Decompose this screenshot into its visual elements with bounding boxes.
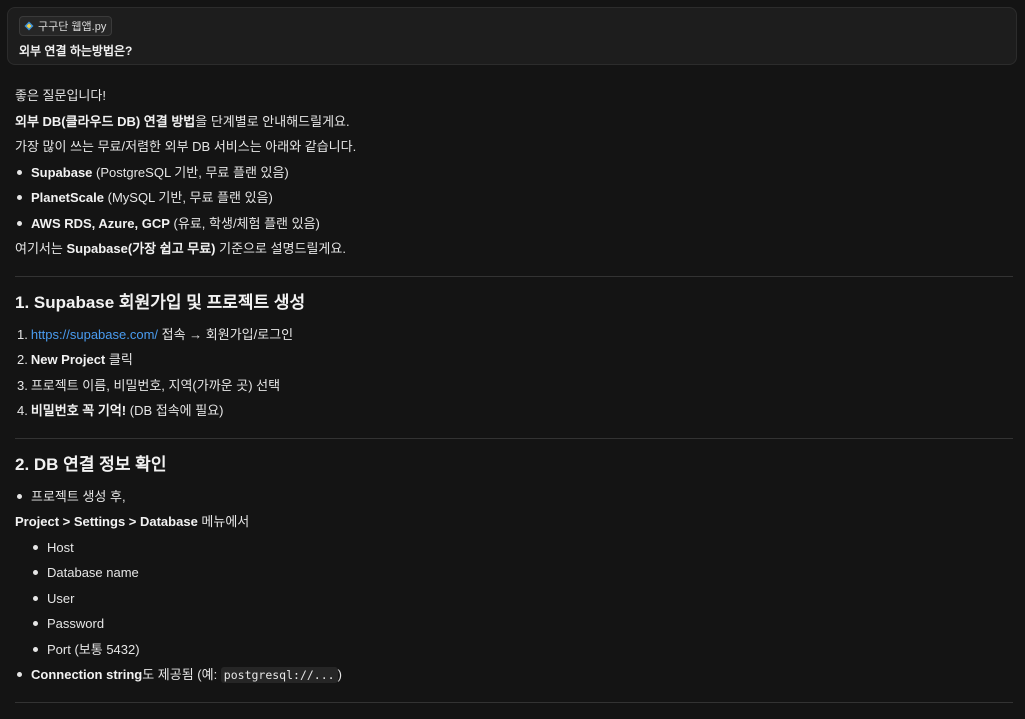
divider	[15, 275, 1013, 277]
service-name: PlanetScale	[31, 190, 104, 205]
divider	[15, 437, 1013, 439]
supabase-link[interactable]: https://supabase.com/	[31, 327, 158, 342]
step-item: 1. https://supabase.com/ 접속 → 회원가입/로그인	[15, 325, 1015, 351]
step-number: 2.	[17, 352, 28, 367]
step-bold: 비밀번호 꼭 기억!	[30, 403, 127, 418]
section-2-heading: 2. DB 연결 정보 확인	[15, 454, 167, 474]
step-item: 3. 프로젝트 이름, 비밀번호, 지역(가까운 곳) 선택	[15, 376, 1015, 402]
conn-string-bold: Connection string	[31, 667, 143, 682]
step-bold: New Project	[30, 352, 106, 367]
list-item-text: 프로젝트 생성 후,	[31, 488, 126, 504]
user-question: 외부 연결 하는방법은?	[19, 44, 133, 58]
intro-line-2: 외부 DB(클라우드 DB) 연결 방법을 단계별로 안내해드릴게요.	[15, 112, 1015, 138]
bullet-icon	[17, 493, 22, 499]
step-number: 1.	[17, 326, 28, 342]
intro-line-3: 가장 많이 쓰는 무료/저렴한 외부 DB 서비스는 아래와 같습니다.	[15, 139, 357, 154]
service-item: AWS RDS, Azure, GCP (유료, 학생/체험 플랜 있음)	[15, 214, 1015, 240]
field-item: Port (보통 5432)	[15, 640, 1015, 666]
service-desc: (유료, 학생/체험 플랜 있음)	[169, 215, 320, 231]
service-item: Supabase (PostgreSQL 기반, 무료 플랜 있음)	[15, 163, 1015, 189]
service-name: Supabase	[31, 164, 93, 180]
service-name: AWS RDS, Azure, GCP	[31, 215, 170, 231]
step-item: 2. New Project 클릭	[15, 350, 1015, 376]
bullet-icon	[33, 595, 38, 601]
step-text: 프로젝트 이름, 비밀번호, 지역(가까운 곳) 선택	[30, 377, 281, 393]
attachment-chip[interactable]: 구구단 웹앱.py	[19, 16, 113, 36]
field-name: Password	[47, 616, 105, 631]
attachment-name: 구구단 웹앱.py	[38, 21, 107, 33]
divider	[15, 701, 1013, 703]
field-name: Port (보통 5432)	[47, 641, 140, 657]
intro-line-1: 좋은 질문입니다!	[15, 88, 106, 103]
field-item: Password	[15, 614, 1015, 640]
bullet-icon	[33, 646, 38, 652]
field-name: Database name	[47, 565, 139, 580]
basis-bold: Supabase(가장 쉽고 무료)	[66, 241, 216, 256]
bullet-icon	[17, 220, 22, 226]
intro-line-2-rest: 을 단계별로 안내해드릴게요.	[195, 113, 350, 129]
field-item: Host	[15, 538, 1015, 564]
service-desc: (PostgreSQL 기반, 무료 플랜 있음)	[92, 164, 289, 180]
step-number: 4.	[17, 403, 28, 418]
bullet-icon	[33, 570, 38, 575]
conn-string-close: )	[337, 667, 342, 682]
inline-code: postgresql://...	[220, 667, 338, 683]
field-name: Host	[47, 539, 74, 555]
menu-path-suffix: 메뉴에서	[197, 514, 250, 529]
bullet-icon	[17, 169, 22, 175]
step-text: 접속 → 회원가입/로그인	[158, 326, 294, 342]
section-1-heading: 1. Supabase 회원가입 및 프로젝트 생성	[15, 292, 306, 312]
basis-prefix: 여기서는	[15, 241, 67, 256]
step-text: 클릭	[105, 352, 133, 367]
step-text: (DB 접속에 필요)	[126, 403, 224, 418]
basis-suffix: 기준으로 설명드릴게요.	[215, 241, 346, 256]
field-item: User	[15, 589, 1015, 615]
field-name: User	[47, 590, 75, 606]
basis-line: 여기서는 Supabase(가장 쉽고 무료) 기준으로 설명드릴게요.	[15, 239, 1015, 265]
bullet-icon	[33, 621, 38, 626]
list-item: 프로젝트 생성 후,	[15, 487, 1015, 513]
field-item: Database name	[15, 563, 1015, 589]
conn-string-text: 도 제공됨 (예:	[142, 667, 221, 682]
service-item: PlanetScale (MySQL 기반, 무료 플랜 있음)	[15, 188, 1015, 214]
step-item: 4. 비밀번호 꼭 기억! (DB 접속에 필요)	[15, 401, 1015, 427]
user-message-bubble: 구구단 웹앱.py 외부 연결 하는방법은?	[7, 7, 1017, 65]
assistant-answer: 좋은 질문입니다! 외부 DB(클라우드 DB) 연결 방법을 단계별로 안내해…	[15, 86, 1015, 717]
step-number: 3.	[17, 377, 28, 393]
menu-path-line: Project > Settings > Database 메뉴에서	[15, 512, 1015, 538]
bullet-icon	[17, 195, 22, 200]
bullet-icon	[33, 544, 38, 550]
menu-path: Project > Settings > Database	[15, 514, 198, 529]
list-item: Connection string도 제공됨 (예: postgresql://…	[15, 665, 1015, 691]
service-desc: (MySQL 기반, 무료 플랜 있음)	[104, 190, 273, 205]
intro-line-2-bold: 외부 DB(클라우드 DB) 연결 방법	[15, 113, 196, 129]
python-file-icon	[24, 21, 34, 31]
bullet-icon	[17, 672, 22, 677]
